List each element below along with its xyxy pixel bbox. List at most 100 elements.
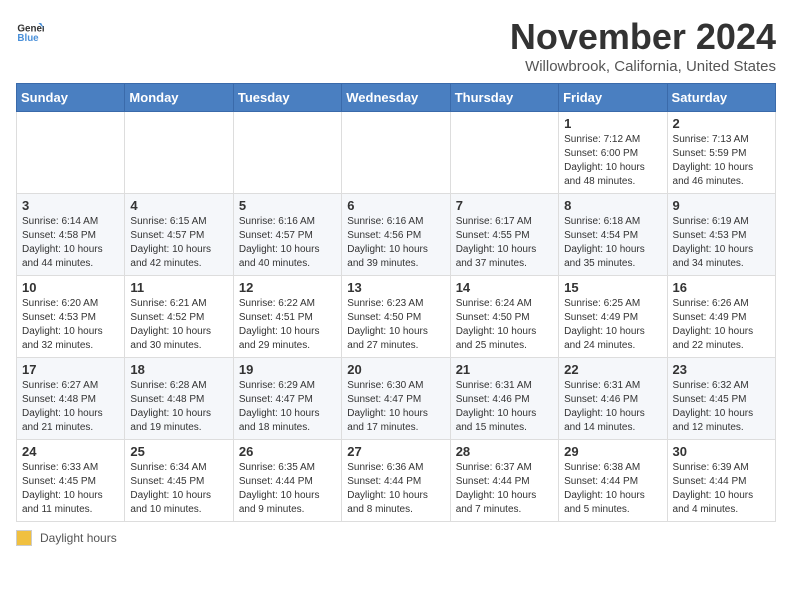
day-number: 5: [239, 198, 336, 213]
calendar-day-cell: [342, 112, 450, 194]
calendar-day-cell: 12 Sunrise: 6:22 AMSunset: 4:51 PMDayligh…: [233, 276, 341, 358]
day-info: Sunrise: 6:34 AMSunset: 4:45 PMDaylight:…: [130, 461, 227, 517]
calendar-day-cell: 11 Sunrise: 6:21 AMSunset: 4:52 PMDayligh…: [125, 276, 233, 358]
day-number: 22: [564, 362, 661, 377]
calendar-day-cell: 8Sunrise: 6:18 AMSunset: 4:54 PMDaylight…: [559, 194, 667, 276]
calendar-header-row: SundayMondayTuesdayWednesdayThursdayFrid…: [17, 84, 776, 112]
calendar-day-cell: 1 Sunrise: 7:12 AMSunset: 6:00 PMDaylight…: [559, 112, 667, 194]
calendar-day-cell: 16 Sunrise: 6:26 AMSunset: 4:49 PMDayligh…: [667, 276, 775, 358]
day-number: 8: [564, 198, 661, 213]
day-number: 6: [347, 198, 444, 213]
day-info: Sunrise: 6:31 AMSunset: 4:46 PMDaylight:…: [456, 379, 553, 435]
day-number: 15: [564, 280, 661, 295]
svg-text:Blue: Blue: [17, 33, 39, 44]
day-number: 24: [22, 444, 119, 459]
day-number: 25: [130, 444, 227, 459]
day-number: 13: [347, 280, 444, 295]
day-number: 16: [673, 280, 770, 295]
calendar-header-saturday: Saturday: [667, 84, 775, 112]
day-info: Sunrise: 6:31 AMSunset: 4:46 PMDaylight:…: [564, 379, 661, 435]
calendar-day-cell: 10Sunrise: 6:20 AMSunset: 4:53 PMDayligh…: [17, 276, 125, 358]
day-number: 19: [239, 362, 336, 377]
day-number: 27: [347, 444, 444, 459]
calendar-day-cell: [125, 112, 233, 194]
day-number: 18: [130, 362, 227, 377]
day-number: 11: [130, 280, 227, 295]
calendar-day-cell: 5Sunrise: 6:16 AMSunset: 4:57 PMDaylight…: [233, 194, 341, 276]
calendar-day-cell: 26Sunrise: 6:35 AMSunset: 4:44 PMDayligh…: [233, 440, 341, 522]
calendar-day-cell: 19 Sunrise: 6:29 AMSunset: 4:47 PMDayligh…: [233, 358, 341, 440]
calendar-day-cell: 29 Sunrise: 6:38 AMSunset: 4:44 PMDayligh…: [559, 440, 667, 522]
calendar-day-cell: 21 Sunrise: 6:31 AMSunset: 4:46 PMDayligh…: [450, 358, 558, 440]
day-number: 4: [130, 198, 227, 213]
legend-label: Daylight hours: [40, 531, 117, 545]
calendar-day-cell: 25 Sunrise: 6:34 AMSunset: 4:45 PMDayligh…: [125, 440, 233, 522]
title-area: November 2024 Willowbrook, California, U…: [510, 16, 776, 75]
calendar-header-monday: Monday: [125, 84, 233, 112]
calendar-day-cell: 14Sunrise: 6:24 AMSunset: 4:50 PMDayligh…: [450, 276, 558, 358]
day-number: 2: [673, 116, 770, 131]
day-number: 21: [456, 362, 553, 377]
calendar-day-cell: 22 Sunrise: 6:31 AMSunset: 4:46 PMDayligh…: [559, 358, 667, 440]
calendar-day-cell: [233, 112, 341, 194]
day-info: Sunrise: 6:35 AMSunset: 4:44 PMDaylight:…: [239, 461, 336, 517]
calendar-day-cell: 18 Sunrise: 6:28 AMSunset: 4:48 PMDayligh…: [125, 358, 233, 440]
legend: Daylight hours: [16, 530, 776, 546]
day-info: Sunrise: 6:19 AMSunset: 4:53 PMDaylight:…: [673, 215, 770, 271]
day-info: Sunrise: 6:22 AMSunset: 4:51 PMDaylight:…: [239, 297, 336, 353]
calendar-day-cell: 7Sunrise: 6:17 AMSunset: 4:55 PMDaylight…: [450, 194, 558, 276]
calendar-header-thursday: Thursday: [450, 84, 558, 112]
day-info: Sunrise: 6:25 AMSunset: 4:49 PMDaylight:…: [564, 297, 661, 353]
day-info: Sunrise: 6:36 AMSunset: 4:44 PMDaylight:…: [347, 461, 444, 517]
calendar-day-cell: 17 Sunrise: 6:27 AMSunset: 4:48 PMDayligh…: [17, 358, 125, 440]
day-number: 1: [564, 116, 661, 131]
calendar-day-cell: 15 Sunrise: 6:25 AMSunset: 4:49 PMDayligh…: [559, 276, 667, 358]
calendar-week-row: 3Sunrise: 6:14 AMSunset: 4:58 PMDaylight…: [17, 194, 776, 276]
day-info: Sunrise: 6:29 AMSunset: 4:47 PMDaylight:…: [239, 379, 336, 435]
calendar-day-cell: 27 Sunrise: 6:36 AMSunset: 4:44 PMDayligh…: [342, 440, 450, 522]
day-info: Sunrise: 6:39 AMSunset: 4:44 PMDaylight:…: [673, 461, 770, 517]
day-number: 12: [239, 280, 336, 295]
calendar-day-cell: 4 Sunrise: 6:15 AMSunset: 4:57 PMDaylight…: [125, 194, 233, 276]
day-info: Sunrise: 6:27 AMSunset: 4:48 PMDaylight:…: [22, 379, 119, 435]
calendar-day-cell: 30 Sunrise: 6:39 AMSunset: 4:44 PMDayligh…: [667, 440, 775, 522]
day-info: Sunrise: 6:38 AMSunset: 4:44 PMDaylight:…: [564, 461, 661, 517]
day-info: Sunrise: 6:21 AMSunset: 4:52 PMDaylight:…: [130, 297, 227, 353]
calendar-week-row: 10Sunrise: 6:20 AMSunset: 4:53 PMDayligh…: [17, 276, 776, 358]
month-title: November 2024: [510, 16, 776, 58]
day-info: Sunrise: 6:37 AMSunset: 4:44 PMDaylight:…: [456, 461, 553, 517]
calendar-week-row: 24 Sunrise: 6:33 AMSunset: 4:45 PMDayligh…: [17, 440, 776, 522]
legend-box-icon: [16, 530, 32, 546]
day-info: Sunrise: 6:15 AMSunset: 4:57 PMDaylight:…: [130, 215, 227, 271]
day-info: Sunrise: 7:13 AMSunset: 5:59 PMDaylight:…: [673, 133, 770, 189]
location-subtitle: Willowbrook, California, United States: [510, 58, 776, 75]
day-info: Sunrise: 6:30 AMSunset: 4:47 PMDaylight:…: [347, 379, 444, 435]
day-number: 17: [22, 362, 119, 377]
calendar-day-cell: 6 Sunrise: 6:16 AMSunset: 4:56 PMDaylight…: [342, 194, 450, 276]
calendar-day-cell: [17, 112, 125, 194]
day-info: Sunrise: 7:12 AMSunset: 6:00 PMDaylight:…: [564, 133, 661, 189]
day-number: 9: [673, 198, 770, 213]
day-number: 29: [564, 444, 661, 459]
day-info: Sunrise: 6:26 AMSunset: 4:49 PMDaylight:…: [673, 297, 770, 353]
day-info: Sunrise: 6:28 AMSunset: 4:48 PMDaylight:…: [130, 379, 227, 435]
calendar-header-friday: Friday: [559, 84, 667, 112]
calendar-day-cell: 3Sunrise: 6:14 AMSunset: 4:58 PMDaylight…: [17, 194, 125, 276]
calendar-day-cell: 23Sunrise: 6:32 AMSunset: 4:45 PMDayligh…: [667, 358, 775, 440]
logo-icon: General Blue: [16, 16, 44, 44]
day-info: Sunrise: 6:23 AMSunset: 4:50 PMDaylight:…: [347, 297, 444, 353]
calendar-day-cell: [450, 112, 558, 194]
day-number: 20: [347, 362, 444, 377]
day-number: 14: [456, 280, 553, 295]
logo: General Blue: [16, 16, 44, 44]
day-number: 30: [673, 444, 770, 459]
day-info: Sunrise: 6:16 AMSunset: 4:56 PMDaylight:…: [347, 215, 444, 271]
calendar-day-cell: 28Sunrise: 6:37 AMSunset: 4:44 PMDayligh…: [450, 440, 558, 522]
day-info: Sunrise: 6:33 AMSunset: 4:45 PMDaylight:…: [22, 461, 119, 517]
calendar-header-tuesday: Tuesday: [233, 84, 341, 112]
calendar-table: SundayMondayTuesdayWednesdayThursdayFrid…: [16, 83, 776, 522]
day-number: 3: [22, 198, 119, 213]
day-info: Sunrise: 6:17 AMSunset: 4:55 PMDaylight:…: [456, 215, 553, 271]
calendar-day-cell: 24 Sunrise: 6:33 AMSunset: 4:45 PMDayligh…: [17, 440, 125, 522]
calendar-week-row: 1 Sunrise: 7:12 AMSunset: 6:00 PMDaylight…: [17, 112, 776, 194]
